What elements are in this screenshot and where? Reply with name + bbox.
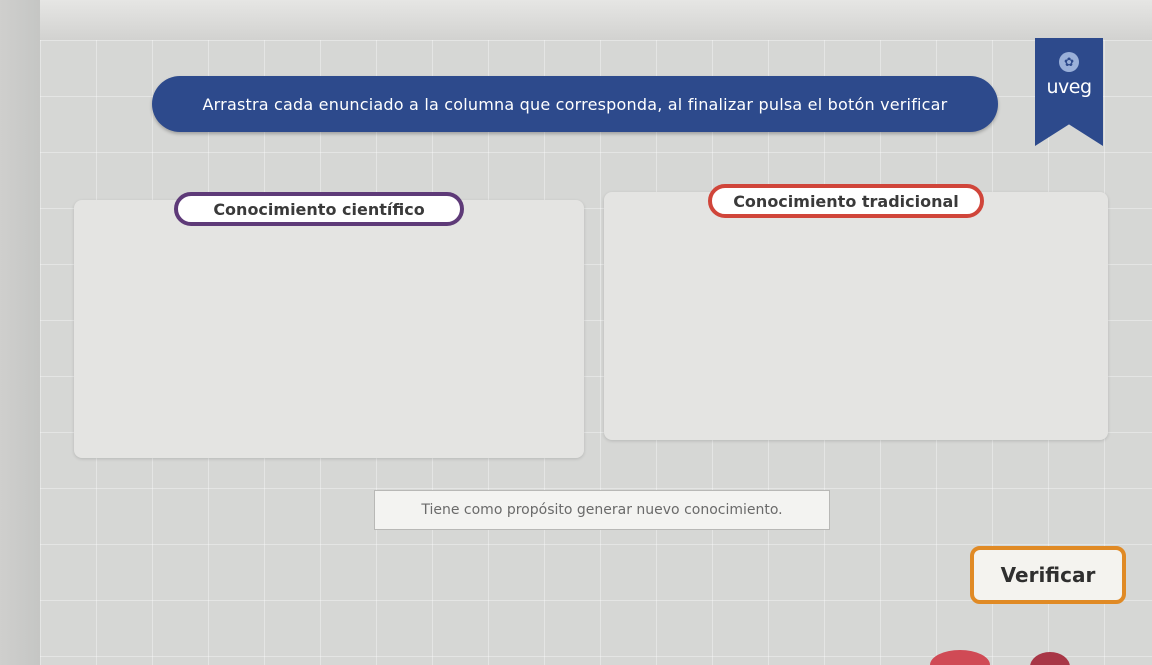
uveg-logo-text: uveg — [1046, 76, 1092, 98]
logo-emblem-icon: ✿ — [1059, 52, 1079, 72]
instruction-text: Arrastra cada enunciado a la columna que… — [202, 94, 948, 114]
draggable-statement-card[interactable]: Tiene como propósito generar nuevo conoc… — [374, 490, 830, 530]
verify-button[interactable]: Verificar — [970, 546, 1126, 604]
screen: Arrastra cada enunciado a la columna que… — [0, 0, 1152, 665]
instruction-banner: Arrastra cada enunciado a la columna que… — [152, 76, 998, 132]
screen-bezel-top — [0, 0, 1152, 40]
drop-zone-cientifico[interactable] — [74, 200, 584, 458]
column-label-tradicional: Conocimiento tradicional — [708, 184, 984, 218]
drop-zone-tradicional[interactable] — [604, 192, 1108, 440]
column-label-cientifico: Conocimiento científico — [174, 192, 464, 226]
screen-bezel-left — [0, 0, 40, 665]
